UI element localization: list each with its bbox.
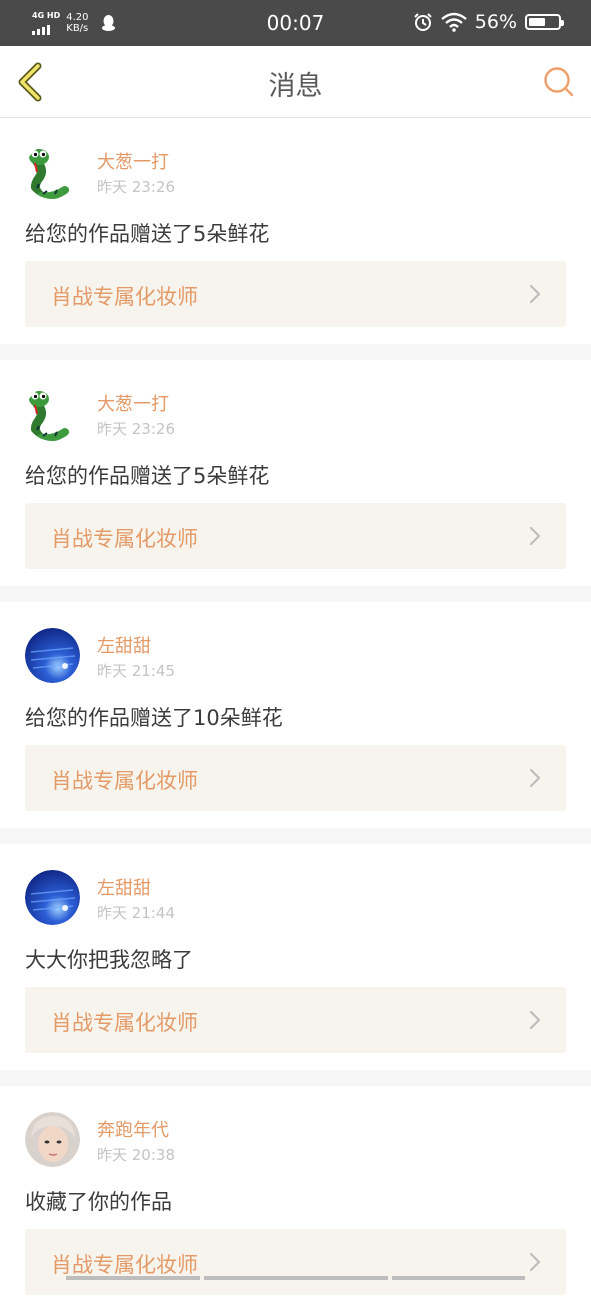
message-item: 大葱一打 昨天 23:26 给您的作品赠送了5朵鲜花 肖战专属化妆师 [0, 118, 591, 344]
avatar[interactable] [25, 628, 80, 683]
page-title: 消息 [268, 71, 323, 102]
alarm-icon [414, 13, 432, 31]
message-item: 大葱一打 昨天 23:26 给您的作品赠送了5朵鲜花 肖战专属化妆师 [0, 360, 591, 586]
work-link-label: 肖战专属化妆师 [51, 1011, 198, 1035]
message-text: 收藏了你的作品 [25, 1190, 172, 1214]
chevron-right-icon [529, 768, 541, 788]
work-link-button[interactable]: 肖战专属化妆师 [25, 261, 566, 327]
message-list: 大葱一打 昨天 23:26 给您的作品赠送了5朵鲜花 肖战专属化妆师 大葱一打 … [0, 118, 591, 1312]
sender-name[interactable]: 左甜甜 [97, 632, 151, 658]
battery-percent: 56% [474, 11, 517, 33]
message-time: 昨天 23:26 [97, 178, 175, 196]
list-divider [0, 586, 591, 602]
message-text: 给您的作品赠送了10朵鲜花 [25, 706, 283, 730]
avatar[interactable] [25, 386, 80, 441]
work-link-label: 肖战专属化妆师 [51, 769, 198, 793]
search-icon[interactable] [543, 66, 575, 98]
message-text: 给您的作品赠送了5朵鲜花 [25, 222, 270, 246]
status-right: 56% [413, 11, 564, 33]
sender-name[interactable]: 左甜甜 [97, 874, 151, 900]
message-item: 左甜甜 昨天 21:45 给您的作品赠送了10朵鲜花 肖战专属化妆师 [0, 602, 591, 828]
message-time: 昨天 21:44 [97, 904, 175, 922]
message-text: 大大你把我忽略了 [25, 948, 193, 972]
chevron-right-icon [529, 284, 541, 304]
chevron-right-icon [529, 1010, 541, 1030]
list-divider [0, 1070, 591, 1086]
avatar[interactable] [25, 1112, 80, 1167]
list-divider [0, 828, 591, 844]
sender-name[interactable]: 大葱一打 [97, 390, 169, 416]
work-link-label: 肖战专属化妆师 [51, 527, 198, 551]
scroll-indicator [66, 1276, 200, 1280]
sender-name[interactable]: 奔跑年代 [97, 1116, 169, 1142]
status-bar: 4G HD 4.20 KB/s 00:07 56% [0, 0, 591, 46]
scroll-indicator [204, 1276, 388, 1280]
work-link-label: 肖战专属化妆师 [51, 285, 198, 309]
chevron-right-icon [529, 1252, 541, 1272]
work-link-button[interactable]: 肖战专属化妆师 [25, 745, 566, 811]
scroll-indicator [392, 1276, 525, 1280]
wifi-icon [440, 12, 467, 32]
work-link-label: 肖战专属化妆师 [51, 1253, 198, 1277]
sender-name[interactable]: 大葱一打 [97, 148, 169, 174]
work-link-button[interactable]: 肖战专属化妆师 [25, 503, 566, 569]
message-item: 左甜甜 昨天 21:44 大大你把我忽略了 肖战专属化妆师 [0, 844, 591, 1070]
message-time: 昨天 20:38 [97, 1146, 175, 1164]
message-text: 给您的作品赠送了5朵鲜花 [25, 464, 270, 488]
battery-icon [525, 14, 564, 30]
nav-bar: 消息 [0, 46, 591, 118]
avatar[interactable] [25, 144, 80, 199]
list-divider [0, 344, 591, 360]
work-link-button[interactable]: 肖战专属化妆师 [25, 987, 566, 1053]
avatar[interactable] [25, 870, 80, 925]
message-time: 昨天 21:45 [97, 662, 175, 680]
work-link-button[interactable]: 肖战专属化妆师 [25, 1229, 566, 1295]
message-time: 昨天 23:26 [97, 420, 175, 438]
chevron-right-icon [529, 526, 541, 546]
